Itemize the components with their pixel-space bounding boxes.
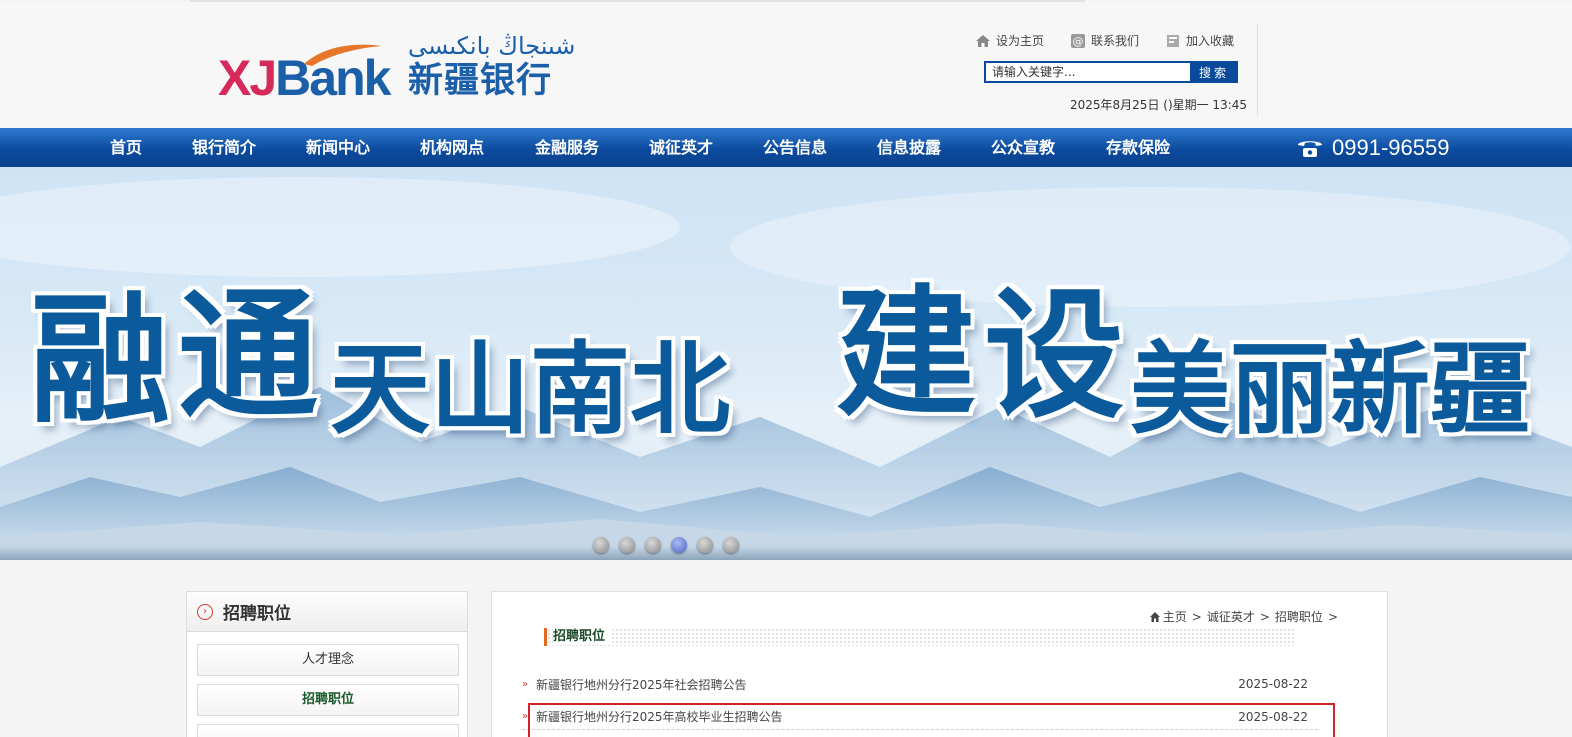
- hero-banner[interactable]: 融 通 天山南北 建 设 美丽新疆: [0, 167, 1572, 560]
- nav-branches[interactable]: 机构网点: [420, 128, 484, 167]
- carousel-dot-3[interactable]: [645, 537, 661, 553]
- breadcrumb: 主页 > 诚征英才 > 招聘职位 >: [1149, 608, 1343, 625]
- chevron-right-icon: ›: [197, 603, 213, 620]
- breadcrumb-separator: >: [1191, 609, 1202, 624]
- search-input[interactable]: [984, 61, 1190, 83]
- breadcrumb-separator: >: [1259, 609, 1270, 624]
- nav-home[interactable]: 首页: [110, 128, 142, 167]
- at-icon: @: [1071, 33, 1086, 48]
- breadcrumb-job-openings[interactable]: 招聘职位: [1275, 608, 1323, 625]
- sidebar-item-job-openings[interactable]: 招聘职位: [197, 684, 459, 716]
- news-date: 2025-08-22: [1238, 677, 1308, 691]
- header: XJBank شىنجاڭ بانكىسى 新疆银行 设为主页 @ 联系我们 加…: [0, 2, 1572, 128]
- slogan-char-1: 融: [30, 280, 171, 443]
- nav-careers[interactable]: 诚征英才: [649, 128, 713, 167]
- slogan-phrase-1: 天山南北: [330, 331, 730, 448]
- sidebar-item-talent-philosophy[interactable]: 人才理念: [197, 644, 459, 676]
- nav-financial-services[interactable]: 金融服务: [535, 128, 599, 167]
- logo-swoosh-icon: [304, 44, 382, 66]
- sidebar-header: › 招聘职位: [187, 592, 467, 632]
- logo-chinese: 新疆银行: [408, 61, 553, 101]
- sidebar-item-3[interactable]: [197, 724, 459, 737]
- home-icon: [976, 34, 990, 47]
- nav-news[interactable]: 新闻中心: [306, 128, 370, 167]
- add-favorite-link[interactable]: 加入收藏: [1165, 32, 1234, 49]
- slogan-char-2: 通: [178, 275, 319, 438]
- set-homepage-link[interactable]: 设为主页: [975, 32, 1044, 49]
- current-datetime: 2025年8月25日 ()星期一 13:45: [1070, 98, 1248, 112]
- carousel-dot-4[interactable]: [671, 537, 687, 553]
- breadcrumb-home[interactable]: 主页: [1163, 608, 1187, 625]
- news-title[interactable]: 新疆银行地州分行2025年社会招聘公告: [536, 676, 1238, 693]
- logo-uyghur: شىنجاڭ بانكىسى: [408, 32, 576, 60]
- top-links: 设为主页 @ 联系我们 加入收藏: [975, 32, 1234, 49]
- bank-logo[interactable]: XJBank شىنجاڭ بانكىسى 新疆银行: [218, 32, 578, 104]
- main-content: 主页 > 诚征英才 > 招聘职位 > 招聘职位 » 新疆银行地州分行2025年社…: [491, 591, 1388, 737]
- header-divider: [1257, 24, 1258, 116]
- nav-about[interactable]: 银行简介: [192, 128, 256, 167]
- breadcrumb-careers[interactable]: 诚征英才: [1207, 608, 1255, 625]
- list-arrow-icon: »: [522, 678, 529, 690]
- hotline: 0991-96559: [1296, 128, 1449, 167]
- bookmark-icon: [1167, 34, 1180, 47]
- banner-shadow: [0, 546, 1572, 560]
- main-nav: 首页 银行简介 新闻中心 机构网点 金融服务 诚征英才 公告信息 信息披露 公众…: [0, 128, 1572, 167]
- carousel-dot-1[interactable]: [593, 537, 609, 553]
- slogan-char-4: 设: [984, 275, 1125, 438]
- contact-us-link[interactable]: @ 联系我们: [1070, 32, 1139, 49]
- slogan-phrase-2: 美丽新疆: [1130, 331, 1530, 448]
- breadcrumb-separator: >: [1327, 609, 1338, 624]
- phone-icon: [1298, 140, 1322, 157]
- highlight-box: [528, 703, 1335, 737]
- section-title: 招聘职位: [544, 628, 1294, 646]
- carousel-dot-2[interactable]: [619, 537, 635, 553]
- carousel-dot-6[interactable]: [723, 537, 739, 553]
- slogan-char-3: 建: [836, 273, 977, 436]
- nav-disclosure[interactable]: 信息披露: [877, 128, 941, 167]
- nav-public-education[interactable]: 公众宣教: [991, 128, 1055, 167]
- nav-announcements[interactable]: 公告信息: [763, 128, 827, 167]
- news-item[interactable]: » 新疆银行地州分行2025年社会招聘公告 2025-08-22: [522, 671, 1318, 697]
- nav-deposit-insurance[interactable]: 存款保险: [1106, 128, 1170, 167]
- carousel-dot-5[interactable]: [697, 537, 713, 553]
- carousel-dots: [593, 537, 739, 553]
- search-box: 搜索: [984, 61, 1238, 83]
- sidebar: › 招聘职位 人才理念 招聘职位: [186, 591, 468, 737]
- search-button[interactable]: 搜索: [1190, 61, 1238, 83]
- svg-text:@: @: [1073, 35, 1084, 48]
- sidebar-title: 招聘职位: [223, 604, 291, 624]
- breadcrumb-home-icon: [1149, 611, 1160, 622]
